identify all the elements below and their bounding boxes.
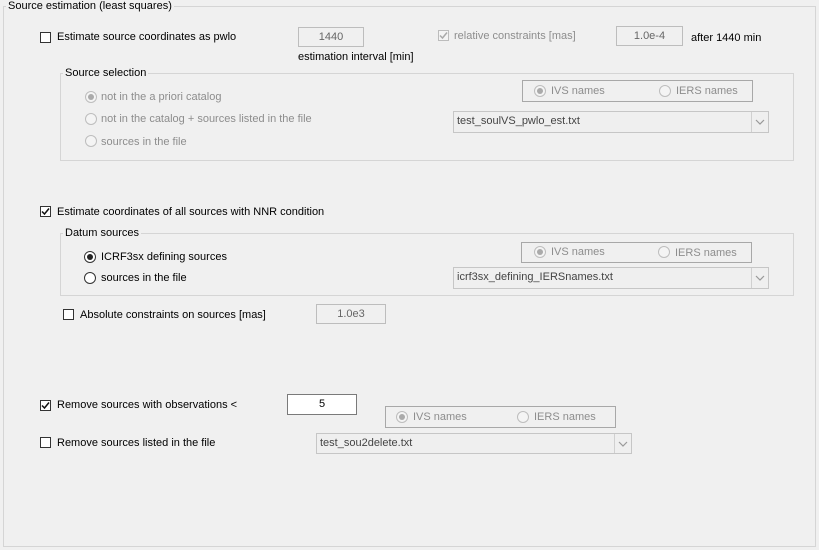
pwlo-ivs-names-radio[interactable] [534, 85, 546, 97]
chevron-down-icon [618, 441, 628, 447]
dropdown-arrow[interactable] [614, 434, 631, 453]
check-icon [41, 208, 50, 216]
datum-file-value: icrf3sx_defining_IERSnames.txt [457, 271, 613, 283]
radio-not-in-apriori[interactable] [85, 91, 97, 103]
pwlo-file-value: test_soulVS_pwlo_est.txt [457, 115, 580, 127]
remove-by-observations-label: Remove sources with observations < [57, 399, 238, 411]
pwlo-iers-names-radio[interactable] [659, 85, 671, 97]
min-observations-input[interactable]: 5 [287, 394, 357, 415]
remove-ivs-names-radio[interactable] [396, 411, 408, 423]
radio-not-in-catalog-plus-file-label: not in the catalog + sources listed in t… [101, 113, 312, 125]
radio-not-in-catalog-plus-file[interactable] [85, 113, 97, 125]
estimate-pwlo-label: Estimate source coordinates as pwlo [57, 31, 237, 43]
datum-ivs-names-radio[interactable] [534, 246, 546, 258]
remove-iers-names-label: IERS names [534, 411, 596, 423]
absolute-constraints-label: Absolute constraints on sources [mas] [80, 309, 266, 321]
check-icon [41, 402, 50, 410]
radio-datum-sources-in-file[interactable] [84, 272, 96, 284]
relative-constraints-checkbox[interactable] [438, 30, 449, 41]
estimate-pwlo-checkbox[interactable] [40, 32, 51, 43]
radio-sources-in-file[interactable] [85, 135, 97, 147]
remove-listed-checkbox[interactable] [40, 437, 51, 448]
after-interval-label: after 1440 min [691, 32, 762, 44]
remove-ivs-names-label: IVS names [413, 411, 467, 423]
radio-dot-icon [87, 254, 93, 260]
check-icon [439, 32, 448, 40]
pwlo-file-dropdown[interactable]: test_soulVS_pwlo_est.txt [453, 111, 769, 133]
relative-constraints-label: relative constraints [mas] [454, 30, 576, 42]
radio-icrf3sx-defining[interactable] [84, 251, 96, 263]
radio-dot-icon [537, 88, 543, 94]
datum-file-dropdown[interactable]: icrf3sx_defining_IERSnames.txt [453, 267, 769, 289]
panel-title: Source estimation (least squares) [8, 0, 172, 12]
estimate-nnr-checkbox[interactable] [40, 206, 51, 217]
datum-iers-names-label: IERS names [675, 247, 737, 259]
estimate-nnr-label: Estimate coordinates of all sources with… [57, 206, 325, 218]
chevron-down-icon [755, 119, 765, 125]
dropdown-arrow[interactable] [751, 268, 768, 288]
remove-file-value: test_sou2delete.txt [320, 437, 413, 449]
remove-listed-label: Remove sources listed in the file [57, 437, 216, 449]
remove-file-dropdown[interactable]: test_sou2delete.txt [316, 433, 632, 454]
datum-ivs-names-label: IVS names [551, 246, 605, 258]
datum-iers-names-radio[interactable] [658, 246, 670, 258]
radio-sources-in-file-label: sources in the file [101, 136, 187, 148]
remove-iers-names-radio[interactable] [517, 411, 529, 423]
chevron-down-icon [755, 275, 765, 281]
dropdown-arrow[interactable] [751, 112, 768, 132]
estimation-interval-caption: estimation interval [min] [298, 51, 414, 63]
datum-sources-legend: Datum sources [65, 227, 139, 239]
absolute-constraints-checkbox[interactable] [63, 309, 74, 320]
absolute-constraints-field[interactable]: 1.0e3 [316, 304, 386, 324]
relative-constraints-field[interactable]: 1.0e-4 [616, 26, 683, 46]
radio-datum-sources-in-file-label: sources in the file [101, 272, 187, 284]
radio-not-in-apriori-label: not in the a priori catalog [101, 91, 222, 103]
remove-by-observations-checkbox[interactable] [40, 400, 51, 411]
source-selection-legend: Source selection [65, 67, 147, 79]
pwlo-ivs-names-label: IVS names [551, 85, 605, 97]
radio-dot-icon [399, 414, 405, 420]
radio-dot-icon [88, 94, 94, 100]
radio-icrf3sx-defining-label: ICRF3sx defining sources [101, 251, 227, 263]
radio-dot-icon [537, 249, 543, 255]
pwlo-iers-names-label: IERS names [676, 85, 738, 97]
estimation-interval-field[interactable]: 1440 [298, 27, 364, 47]
